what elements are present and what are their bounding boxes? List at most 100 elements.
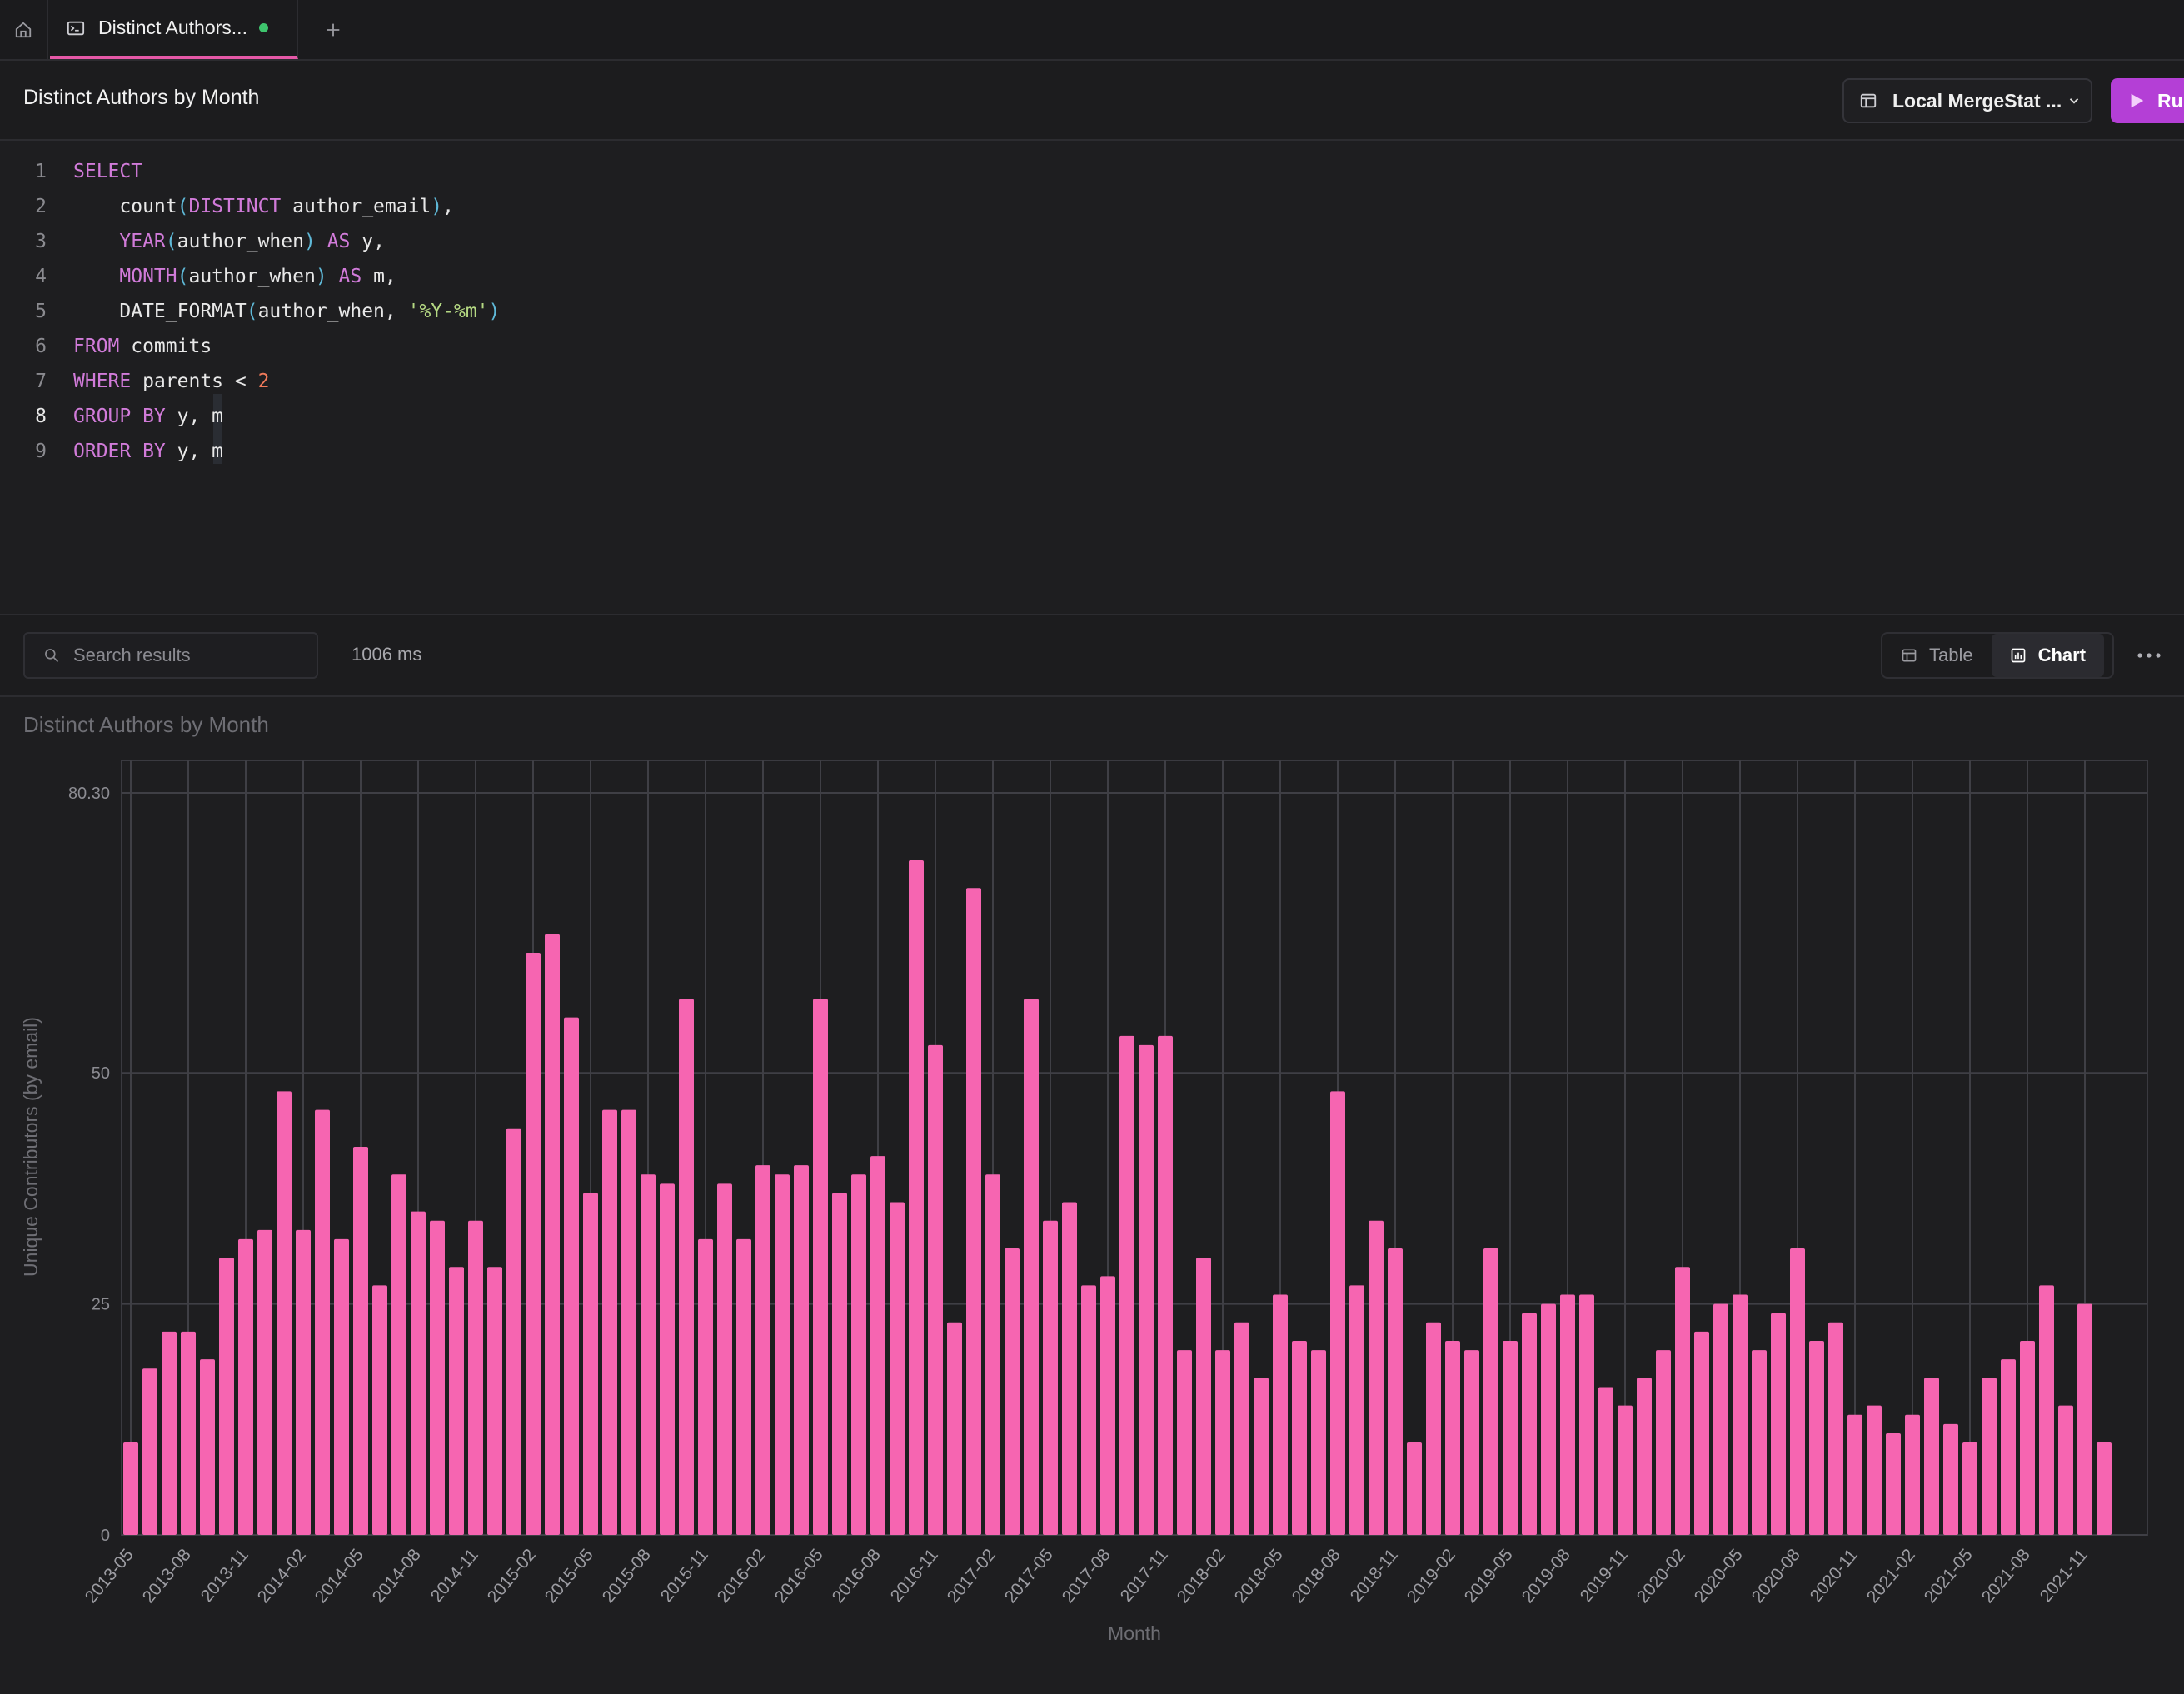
run-button[interactable]: Run bbox=[2111, 78, 2184, 123]
code-line[interactable]: 7 WHERE parents < 2 bbox=[0, 364, 666, 399]
code-token: author_email bbox=[281, 196, 431, 217]
home-tab[interactable] bbox=[0, 0, 48, 59]
code-line[interactable]: 5 DATE_FORMAT(author_when, '%Y-%m') bbox=[0, 294, 666, 329]
x-tick-label: 2014-02 bbox=[254, 1545, 310, 1607]
tab-label: Distinct Authors... bbox=[98, 17, 247, 38]
code-token: FROM bbox=[73, 336, 120, 357]
code-line[interactable]: 9 ORDER BY y, m bbox=[0, 434, 666, 469]
tab-distinct-authors[interactable]: Distinct Authors... bbox=[50, 0, 298, 59]
bar-2021-04 bbox=[1943, 1423, 1958, 1535]
bar-2017-07 bbox=[1081, 1285, 1096, 1535]
x-tick-label: 2020-02 bbox=[1633, 1545, 1689, 1607]
bar-2014-01 bbox=[277, 1091, 292, 1535]
database-select-label: Local MergeStat ... bbox=[1892, 89, 2062, 112]
code-token: count bbox=[73, 196, 177, 217]
bar-2014-05 bbox=[353, 1146, 368, 1535]
bar-2020-08 bbox=[1790, 1248, 1805, 1535]
y-tick-label: 0 bbox=[101, 1527, 110, 1545]
bar-2020-11 bbox=[1847, 1414, 1862, 1535]
bar-2019-02 bbox=[1445, 1340, 1460, 1535]
chart-panel: Distinct Authors by Month 0 25 50 80.30 2013… bbox=[0, 697, 2184, 1694]
code-line[interactable]: 3 YEAR(author_when) AS y, bbox=[0, 224, 666, 259]
code-token: commits bbox=[119, 336, 212, 357]
bar-2016-06 bbox=[832, 1193, 847, 1535]
x-tick-label: 2015-05 bbox=[541, 1545, 597, 1607]
search-icon bbox=[45, 649, 59, 663]
bar-2017-12 bbox=[1177, 1350, 1192, 1535]
code-line[interactable]: 2 count(DISTINCT author_email), bbox=[0, 189, 666, 224]
x-tick-label: 2013-11 bbox=[197, 1545, 252, 1606]
bar-2015-03 bbox=[545, 934, 560, 1535]
code-text: SELECT bbox=[73, 154, 142, 189]
view-toggle: Table Chart bbox=[1881, 632, 2114, 679]
bar-2013-08 bbox=[181, 1331, 196, 1535]
code-line[interactable]: 8 GROUP BY y, m bbox=[0, 399, 666, 434]
bar-2019-09 bbox=[1579, 1294, 1594, 1535]
table-view-button[interactable]: Table bbox=[1882, 634, 1992, 677]
bar-2015-09 bbox=[660, 1183, 675, 1535]
run-button-label: Run bbox=[2157, 89, 2184, 112]
bar-2015-12 bbox=[717, 1183, 732, 1535]
bar-2018-07 bbox=[1311, 1350, 1326, 1535]
search-results-box[interactable] bbox=[23, 632, 318, 679]
code-token: ) bbox=[315, 266, 327, 287]
bar-2017-09 bbox=[1119, 1035, 1134, 1535]
bar-2020-06 bbox=[1752, 1350, 1767, 1535]
results-toolbar: 1006 ms Table Chart bbox=[0, 615, 2184, 697]
bar-2015-11 bbox=[698, 1238, 713, 1535]
line-number: 7 bbox=[35, 371, 47, 392]
x-tick-label: 2016-02 bbox=[714, 1545, 770, 1607]
x-tick-label: 2017-05 bbox=[1001, 1545, 1057, 1607]
x-tick-label: 2016-11 bbox=[887, 1545, 942, 1606]
bar-2017-11 bbox=[1158, 1035, 1173, 1535]
more-options-button[interactable] bbox=[2132, 639, 2166, 672]
code-line[interactable]: 1 SELECT bbox=[0, 154, 666, 189]
new-tab-button[interactable] bbox=[318, 15, 348, 45]
code-text: count(DISTINCT author_email), bbox=[73, 189, 454, 224]
bar-2021-09 bbox=[2039, 1285, 2054, 1535]
bar-2018-05 bbox=[1273, 1294, 1288, 1535]
sql-editor[interactable]: 1 SELECT 2 count(DISTINCT author_email), 3 … bbox=[0, 141, 2184, 615]
bar-2017-10 bbox=[1139, 1044, 1154, 1535]
search-results-input[interactable] bbox=[72, 644, 308, 667]
page-title[interactable]: Distinct Authors by Month bbox=[23, 86, 259, 110]
bar-chart-icon bbox=[2011, 648, 2025, 663]
database-select[interactable]: Local MergeStat ... bbox=[1842, 78, 2092, 123]
x-tick-label: 2014-08 bbox=[369, 1545, 425, 1607]
code-token: ( bbox=[177, 266, 189, 287]
code-line[interactable]: 6 FROM commits bbox=[0, 329, 666, 364]
x-tick-label: 2017-02 bbox=[944, 1545, 1000, 1607]
table-icon bbox=[1902, 649, 1917, 662]
bar-2019-07 bbox=[1541, 1303, 1556, 1535]
x-tick-label: 2019-08 bbox=[1518, 1545, 1574, 1607]
bar-2016-07 bbox=[851, 1174, 866, 1535]
chart-view-button[interactable]: Chart bbox=[1991, 634, 2105, 677]
code-token: parents < bbox=[131, 371, 258, 392]
bar-2013-06 bbox=[142, 1368, 157, 1535]
bar-2015-10 bbox=[679, 999, 694, 1535]
code-token: 2 bbox=[257, 371, 270, 392]
code-text: WHERE parents < 2 bbox=[73, 364, 269, 399]
x-tick-label: 2020-05 bbox=[1691, 1545, 1747, 1607]
bar-2013-12 bbox=[257, 1229, 272, 1535]
bar-2019-06 bbox=[1522, 1313, 1537, 1535]
code-token: YEAR bbox=[73, 231, 166, 252]
line-number: 2 bbox=[35, 196, 47, 217]
bar-2021-05 bbox=[1962, 1442, 1977, 1535]
x-tick-label: 2018-08 bbox=[1289, 1545, 1344, 1607]
bar-2019-11 bbox=[1618, 1405, 1633, 1535]
x-tick-label: 2020-08 bbox=[1748, 1545, 1804, 1607]
code-token: WHERE bbox=[73, 371, 132, 392]
bar-2019-08 bbox=[1560, 1294, 1575, 1535]
bar-2016-03 bbox=[775, 1174, 790, 1535]
bar-2021-12 bbox=[2097, 1442, 2112, 1535]
bar-2017-03 bbox=[1005, 1248, 1020, 1535]
bar-2017-08 bbox=[1100, 1276, 1115, 1535]
bar-2017-02 bbox=[985, 1174, 1000, 1535]
code-line[interactable]: 4 MONTH(author_when) AS m, bbox=[0, 259, 666, 294]
y-tick-label: 25 bbox=[92, 1296, 110, 1314]
bar-2018-01 bbox=[1196, 1258, 1211, 1535]
bar-2018-04 bbox=[1254, 1378, 1269, 1535]
line-number: 4 bbox=[35, 266, 47, 287]
bar-2019-05 bbox=[1503, 1340, 1518, 1535]
